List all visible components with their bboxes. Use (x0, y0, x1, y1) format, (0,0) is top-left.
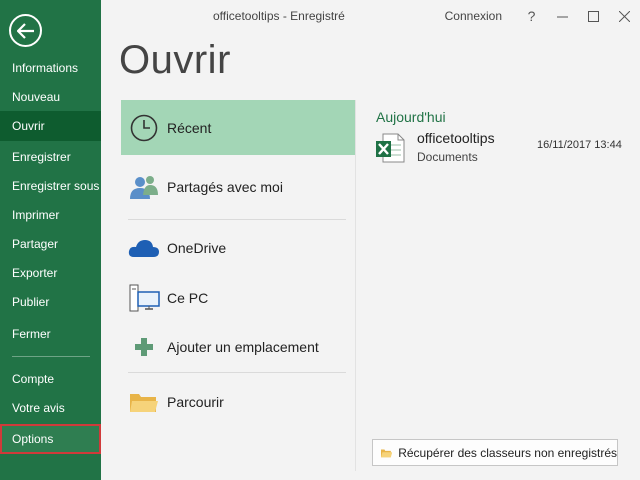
nav-imprimer[interactable]: Imprimer (0, 200, 101, 230)
recent-file-date: 16/11/2017 13:44 (537, 139, 622, 151)
computer-icon (129, 284, 160, 312)
minimize-button[interactable] (547, 0, 578, 32)
nav-enregistrer[interactable]: Enregistrer (0, 142, 101, 172)
folder-icon (381, 448, 393, 457)
nav-votre-avis[interactable]: Votre avis (0, 393, 101, 423)
location-onedrive[interactable]: OneDrive (121, 230, 355, 266)
location-browse[interactable]: Parcourir (121, 384, 355, 420)
location-separator (128, 372, 346, 373)
maximize-icon (588, 10, 599, 22)
location-browse-label: Parcourir (167, 394, 224, 410)
location-shared-label: Partagés avec moi (167, 179, 283, 195)
panel-divider (355, 100, 356, 471)
recent-file-name: officetooltips (417, 130, 495, 146)
maximize-button[interactable] (578, 0, 609, 32)
nav-fermer[interactable]: Fermer (0, 319, 101, 349)
recover-unsaved-button[interactable]: Récupérer des classeurs non enregistrés (372, 439, 618, 466)
location-this-pc[interactable]: Ce PC (121, 280, 355, 316)
nav-informations[interactable]: Informations (0, 53, 101, 83)
close-icon (619, 10, 630, 22)
cloud-icon (128, 240, 159, 257)
folder-icon (130, 394, 158, 412)
title-bar-controls: Connexion ? (445, 0, 640, 32)
nav-exporter[interactable]: Exporter (0, 258, 101, 288)
close-button[interactable] (609, 0, 640, 32)
help-button[interactable]: ? (516, 0, 547, 32)
nav-nouveau[interactable]: Nouveau (0, 82, 101, 112)
signin-link[interactable]: Connexion (445, 9, 502, 23)
nav-ouvrir[interactable]: Ouvrir (0, 111, 101, 141)
location-add-place-label: Ajouter un emplacement (167, 339, 319, 355)
recent-file-path: Documents (417, 150, 478, 164)
location-shared[interactable]: Partagés avec moi (121, 168, 355, 206)
nav-options[interactable]: Options (0, 424, 101, 454)
recover-unsaved-label: Récupérer des classeurs non enregistrés (398, 445, 617, 460)
location-recent-label: Récent (167, 119, 212, 136)
nav-separator (12, 356, 90, 357)
location-recent[interactable]: Récent (121, 100, 355, 155)
location-this-pc-label: Ce PC (167, 290, 209, 306)
backstage-sidebar: Informations Nouveau Ouvrir Enregistrer … (0, 0, 101, 480)
back-button[interactable] (9, 14, 42, 47)
nav-partager[interactable]: Partager (0, 229, 101, 259)
people-icon (130, 176, 158, 199)
excel-file-icon (376, 133, 405, 163)
plus-icon (135, 338, 153, 356)
nav-enregistrer-sous[interactable]: Enregistrer sous (0, 171, 101, 201)
location-add-place[interactable]: Ajouter un emplacement (121, 329, 355, 365)
nav-publier[interactable]: Publier (0, 287, 101, 317)
back-arrow-icon (16, 22, 34, 39)
clock-icon (130, 114, 158, 141)
location-separator (128, 219, 346, 220)
location-onedrive-label: OneDrive (167, 240, 227, 256)
window-title: officetooltips - Enregistré (213, 9, 345, 23)
minimize-icon (557, 16, 568, 17)
nav-compte[interactable]: Compte (0, 364, 101, 394)
page-title: Ouvrir (119, 38, 231, 82)
recent-group-today: Aujourd'hui (376, 109, 446, 125)
recent-file-row[interactable]: officetooltips Documents 16/11/2017 13:4… (372, 127, 632, 167)
